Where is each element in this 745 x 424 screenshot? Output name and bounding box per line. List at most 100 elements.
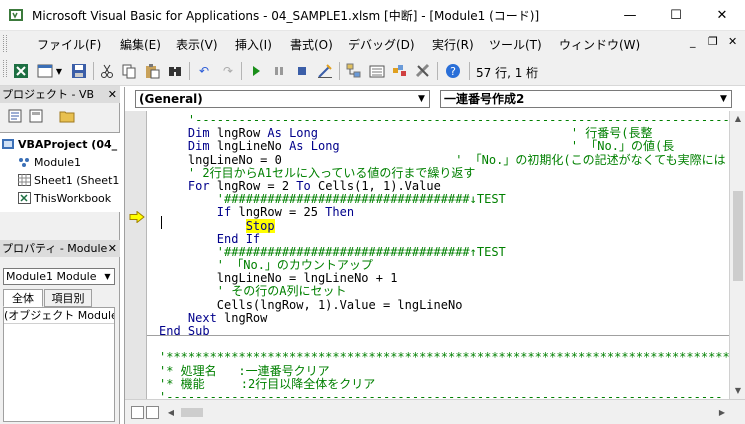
find-icon[interactable] [166, 62, 184, 80]
code-bottom-bar: ◀ ▶ [125, 399, 745, 424]
tree-item-label: Module1 [34, 155, 81, 169]
run-icon[interactable] [247, 62, 265, 80]
object-browser-icon[interactable] [391, 62, 409, 80]
close-button[interactable]: ✕ [699, 0, 745, 31]
menu-debug[interactable]: デバッグ(D) [348, 36, 415, 53]
project-panel-title[interactable]: プロジェクト - VB ✕ [0, 86, 120, 103]
paste-icon[interactable] [143, 62, 161, 80]
vertical-scroll-thumb[interactable] [733, 191, 743, 281]
horizontal-scroll-thumb[interactable] [181, 408, 203, 417]
code-token: lngRow [216, 310, 268, 325]
insert-userform-icon[interactable] [36, 62, 54, 80]
full-module-view-icon[interactable] [146, 406, 159, 419]
vba-app-icon [9, 9, 23, 21]
minimize-button[interactable]: — [607, 0, 653, 31]
module-icon [18, 156, 31, 168]
menu-grip[interactable] [3, 35, 7, 52]
code-lines[interactable]: '---------------------------------------… [159, 113, 730, 399]
procedure-view-icon[interactable] [131, 406, 144, 419]
margin-indicator-bar[interactable] [125, 111, 147, 399]
toolbox-icon[interactable] [414, 62, 432, 80]
object-dropdown-value: (General) [139, 92, 203, 106]
code-token: '##################################↓TEST [159, 192, 506, 207]
code-token: '---------------------------------------… [159, 389, 723, 399]
menu-tools[interactable]: ツール(T) [489, 36, 542, 53]
chevron-down-icon[interactable]: ▼ [716, 91, 731, 107]
tree-item-module1[interactable]: Module1 [18, 154, 81, 170]
code-editor[interactable]: '---------------------------------------… [125, 111, 730, 399]
code-token: lngLineNo = lngLineNo + 1 [159, 271, 398, 286]
tree-item-sheet1[interactable]: Sheet1 (Sheet1) [18, 172, 120, 188]
doc-close-button[interactable]: ✕ [728, 35, 737, 48]
code-token: Dim [187, 139, 210, 154]
toolbar-separator [339, 62, 340, 80]
tree-item-thisworkbook[interactable]: ThisWorkbook [18, 190, 111, 206]
code-token: Stop [245, 218, 275, 233]
procedure-dropdown[interactable]: 一連番号作成2 ▼ [440, 90, 732, 108]
menu-edit[interactable]: 編集(E) [120, 36, 161, 53]
code-token: ' 2行目からA1セルに入っている値の行まで繰り返す [159, 165, 476, 180]
project-explorer-icon[interactable] [345, 62, 363, 80]
object-dropdown[interactable]: (General) ▼ [135, 90, 430, 108]
help-icon[interactable]: ? [444, 62, 462, 80]
doc-minimize-button[interactable]: _ [690, 35, 696, 48]
view-object-icon[interactable] [27, 107, 45, 125]
svg-text:?: ? [450, 65, 456, 78]
menu-insert[interactable]: 挿入(I) [235, 36, 272, 53]
tab-alphabetic[interactable]: 全体 [3, 289, 43, 307]
menu-format[interactable]: 書式(O) [290, 36, 333, 53]
menu-file[interactable]: ファイル(F) [37, 36, 101, 53]
design-mode-icon[interactable] [316, 62, 334, 80]
chevron-down-icon[interactable]: ▼ [414, 91, 429, 107]
tree-item-label: Sheet1 (Sheet1) [34, 173, 120, 187]
view-code-icon[interactable] [6, 107, 24, 125]
menu-view[interactable]: 表示(V) [176, 36, 218, 53]
properties-grid: (オブジェクト Module1 [3, 307, 115, 422]
code-token: Next [187, 310, 217, 325]
scroll-up-icon[interactable]: ▲ [730, 111, 745, 127]
code-token: lngRow = 2 [209, 178, 297, 193]
undo-icon[interactable]: ↶ [195, 62, 213, 80]
reset-icon[interactable] [293, 62, 311, 80]
properties-object-value: Module1 Module [6, 270, 97, 283]
tree-item-vbaproject[interactable]: VBAProject (04_ [2, 136, 117, 152]
toolbar-separator [241, 62, 242, 80]
project-panel-close-button[interactable]: ✕ [108, 86, 117, 103]
properties-panel-title[interactable]: プロパティ - Module ✕ [0, 240, 120, 257]
vertical-scrollbar[interactable]: ▲ ▼ [729, 111, 745, 399]
excel-icon[interactable] [12, 62, 30, 80]
project-panel-title-text: プロジェクト - VB [2, 88, 95, 101]
properties-icon[interactable] [368, 62, 386, 80]
menu-run[interactable]: 実行(R) [432, 36, 474, 53]
break-icon[interactable] [270, 62, 288, 80]
menu-window[interactable]: ウィンドウ(W) [559, 36, 640, 53]
properties-object-dropdown[interactable]: Module1 Module ▼ [3, 268, 115, 285]
horizontal-scrollbar[interactable]: ◀ ▶ [163, 404, 730, 421]
save-icon[interactable] [70, 62, 88, 80]
scroll-left-icon[interactable]: ◀ [163, 404, 179, 421]
property-row-name[interactable]: (オブジェクト Module1 [4, 308, 114, 324]
tab-categorized[interactable]: 項目別 [44, 289, 92, 307]
tree-root-label: VBAProject (04_ [18, 137, 118, 151]
cut-icon[interactable] [98, 62, 116, 80]
code-line[interactable]: Next lngRow [159, 310, 730, 325]
doc-restore-button[interactable]: ❐ [708, 35, 718, 48]
scroll-right-icon[interactable]: ▶ [714, 404, 730, 421]
cursor-position: 57 行, 1 桁 [476, 66, 539, 80]
code-token: lngRow = 25 [231, 205, 326, 220]
code-token: '* 機能 :2行目以降全体をクリア [159, 376, 376, 391]
maximize-button[interactable]: ☐ [653, 0, 699, 31]
scroll-down-icon[interactable]: ▼ [730, 383, 745, 399]
properties-panel-close-button[interactable]: ✕ [108, 240, 117, 257]
chevron-down-icon[interactable]: ▼ [54, 62, 64, 80]
code-line[interactable]: '---------------------------------------… [159, 389, 730, 399]
code-token: ' その行のA列にセット [159, 284, 347, 299]
toolbar-separator [469, 62, 470, 80]
code-line[interactable]: End Sub [159, 324, 730, 338]
toggle-folders-icon[interactable] [58, 107, 76, 125]
copy-icon[interactable] [120, 62, 138, 80]
code-token: End If [216, 231, 261, 246]
toolbar-grip[interactable] [3, 60, 7, 77]
redo-icon[interactable]: ↷ [219, 62, 237, 80]
chevron-down-icon[interactable]: ▼ [101, 269, 114, 284]
